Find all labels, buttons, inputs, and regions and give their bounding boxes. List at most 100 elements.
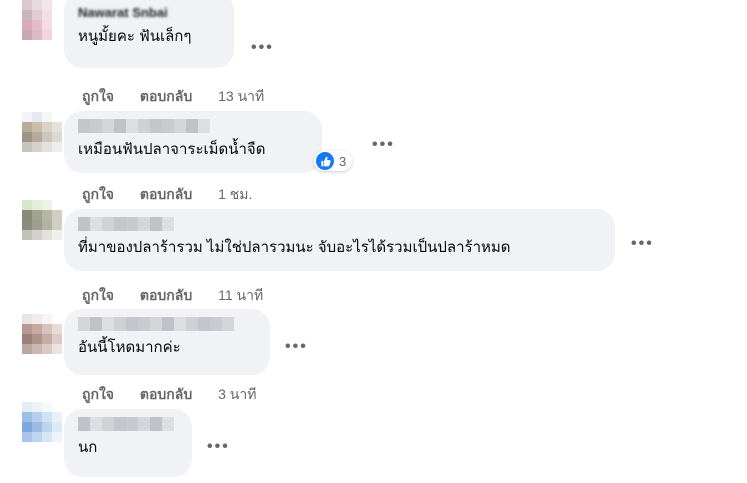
like-link[interactable]: ถูกใจ bbox=[82, 88, 114, 104]
avatar-pixel bbox=[22, 200, 32, 210]
reaction-summary[interactable]: 3 bbox=[314, 151, 353, 171]
more-options-icon[interactable]: ••• bbox=[285, 339, 308, 355]
comment-text: เหมือนฟันปลาจาระเม็ดน้ำจืด bbox=[78, 141, 266, 158]
avatar-pixel bbox=[32, 112, 42, 122]
avatar-pixel bbox=[52, 324, 62, 334]
avatar-pixel bbox=[42, 210, 52, 220]
comment-time[interactable]: 11 นาที bbox=[218, 287, 263, 303]
comment-actions: ถูกใจ ตอบกลับ 11 นาที bbox=[82, 285, 263, 307]
comment-text: นก bbox=[78, 439, 98, 456]
comment-bubble: อันนี้โหดมากค่ะ bbox=[64, 309, 270, 375]
reply-link[interactable]: ตอบกลับ bbox=[140, 386, 192, 402]
blur-pixel bbox=[126, 217, 138, 231]
avatar-pixel bbox=[32, 132, 42, 142]
avatar[interactable] bbox=[22, 200, 62, 240]
more-options-icon[interactable]: ••• bbox=[372, 137, 395, 153]
avatar-pixel bbox=[32, 220, 42, 230]
like-link[interactable]: ถูกใจ bbox=[82, 386, 114, 402]
avatar-pixel bbox=[32, 230, 42, 240]
avatar-pixel bbox=[42, 20, 52, 30]
avatar-pixel bbox=[52, 220, 62, 230]
more-options-icon[interactable]: ••• bbox=[251, 40, 274, 56]
comment-bubble: ที่มาของปลาร้ารวม ไม่ใช่ปลารวมนะ จับอะไร… bbox=[64, 209, 615, 271]
avatar-pixel bbox=[42, 324, 52, 334]
comment-bubble: เหมือนฟันปลาจาระเม็ดน้ำจืด bbox=[64, 111, 322, 173]
avatar-pixel bbox=[52, 142, 62, 152]
avatar-pixel bbox=[42, 402, 52, 412]
avatar-pixel bbox=[52, 122, 62, 132]
avatar-pixel bbox=[52, 432, 62, 442]
more-options-icon[interactable]: ••• bbox=[207, 439, 230, 455]
avatar-pixel bbox=[32, 210, 42, 220]
avatar-pixel bbox=[32, 122, 42, 132]
blur-pixel bbox=[186, 317, 198, 331]
blur-pixel bbox=[114, 417, 126, 431]
avatar-pixel bbox=[32, 334, 42, 344]
avatar-pixel bbox=[42, 10, 52, 20]
comment-time[interactable]: 3 นาที bbox=[218, 386, 256, 402]
avatar[interactable] bbox=[22, 112, 62, 152]
comment-time[interactable]: 13 นาที bbox=[218, 88, 264, 104]
like-link[interactable]: ถูกใจ bbox=[82, 287, 114, 303]
blur-pixel bbox=[90, 417, 102, 431]
blur-pixel bbox=[162, 119, 174, 133]
author-name-blurred[interactable] bbox=[78, 317, 256, 331]
blur-pixel bbox=[174, 119, 186, 133]
reply-link[interactable]: ตอบกลับ bbox=[140, 287, 192, 303]
reply-link[interactable]: ตอบกลับ bbox=[140, 186, 192, 202]
blur-pixel bbox=[90, 317, 102, 331]
blur-pixel bbox=[126, 417, 138, 431]
avatar-pixel bbox=[32, 200, 42, 210]
author-name-blurred[interactable] bbox=[78, 217, 601, 231]
avatar-pixel bbox=[42, 412, 52, 422]
avatar-pixel bbox=[22, 30, 32, 40]
comment-bubble: นก bbox=[64, 409, 192, 477]
avatar-pixel bbox=[42, 230, 52, 240]
avatar-pixel bbox=[42, 122, 52, 132]
reply-link[interactable]: ตอบกลับ bbox=[140, 88, 192, 104]
blur-pixel bbox=[126, 317, 138, 331]
blur-pixel bbox=[102, 217, 114, 231]
avatar-pixel bbox=[32, 314, 42, 324]
comment-bubble: Nawarat Snbai หนูมั้ยคะ ฟันเล็กๆ bbox=[64, 0, 234, 68]
avatar-pixel bbox=[22, 210, 32, 220]
blur-pixel bbox=[138, 119, 150, 133]
avatar[interactable] bbox=[22, 0, 62, 40]
blur-pixel bbox=[186, 119, 198, 133]
blur-pixel bbox=[162, 317, 174, 331]
blur-pixel bbox=[114, 317, 126, 331]
blur-pixel bbox=[114, 217, 126, 231]
avatar-pixel bbox=[52, 210, 62, 220]
avatar-pixel bbox=[42, 314, 52, 324]
avatar-pixel bbox=[22, 324, 32, 334]
blur-pixel bbox=[138, 417, 150, 431]
blur-pixel bbox=[150, 217, 162, 231]
blur-pixel bbox=[78, 417, 90, 431]
comment-text: ที่มาของปลาร้ารวม ไม่ใช่ปลารวมนะ จับอะไร… bbox=[78, 239, 511, 256]
avatar-pixel bbox=[52, 402, 62, 412]
avatar[interactable] bbox=[22, 314, 62, 354]
avatar-pixel bbox=[22, 422, 32, 432]
avatar-pixel bbox=[22, 0, 32, 10]
comment-actions: ถูกใจ ตอบกลับ 1 ชม. bbox=[82, 184, 252, 206]
more-options-icon[interactable]: ••• bbox=[631, 236, 654, 252]
avatar-pixel bbox=[22, 334, 32, 344]
author-name[interactable]: Nawarat Snbai bbox=[78, 6, 220, 20]
author-name-blurred[interactable] bbox=[78, 417, 178, 431]
like-link[interactable]: ถูกใจ bbox=[82, 186, 114, 202]
blur-pixel bbox=[90, 119, 102, 133]
avatar[interactable] bbox=[22, 402, 62, 442]
avatar-pixel bbox=[22, 220, 32, 230]
avatar-pixel bbox=[22, 122, 32, 132]
avatar-pixel bbox=[32, 344, 42, 354]
avatar-pixel bbox=[52, 230, 62, 240]
blur-pixel bbox=[102, 417, 114, 431]
avatar-pixel bbox=[42, 112, 52, 122]
avatar-pixel bbox=[52, 132, 62, 142]
blur-pixel bbox=[210, 317, 222, 331]
blur-pixel bbox=[78, 217, 90, 231]
avatar-pixel bbox=[22, 10, 32, 20]
comment-time[interactable]: 1 ชม. bbox=[218, 186, 252, 202]
avatar-pixel bbox=[52, 10, 62, 20]
author-name-blurred[interactable] bbox=[78, 119, 308, 133]
